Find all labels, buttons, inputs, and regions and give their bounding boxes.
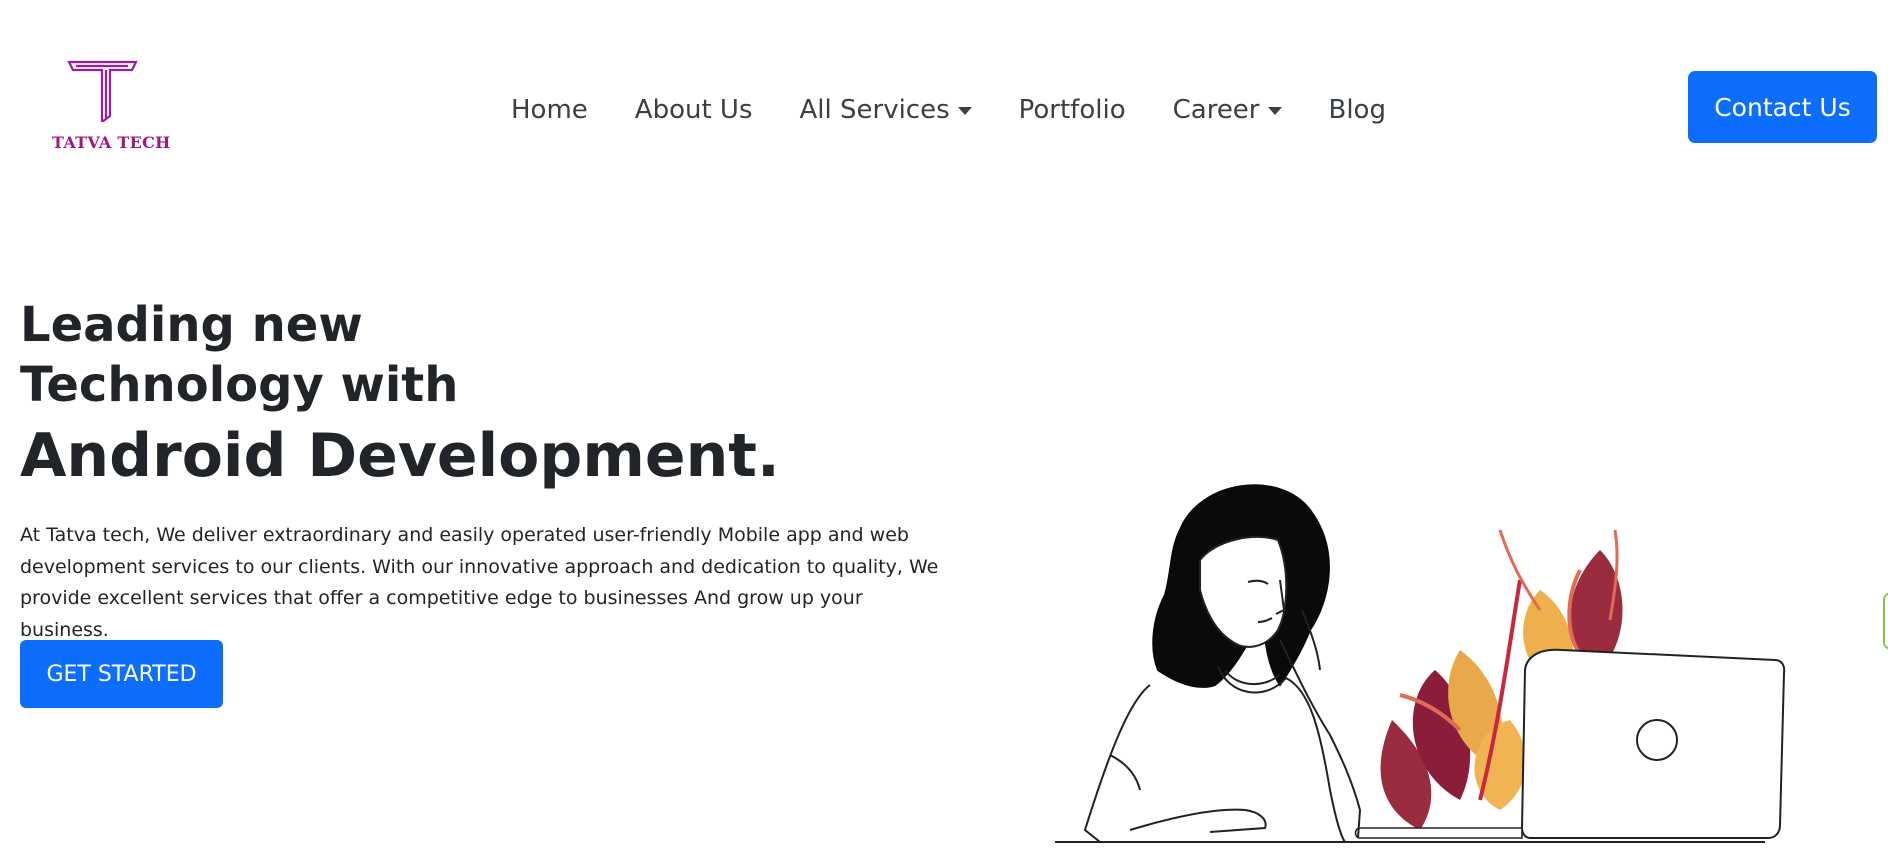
nav-item-all-services[interactable]: All Services [800, 95, 972, 125]
tatva-t-logo-icon [67, 60, 138, 122]
nav-item-career[interactable]: Career [1173, 95, 1282, 125]
brand-logo[interactable]: TATVA TECH [48, 58, 170, 158]
side-feedback-tab[interactable] [1883, 592, 1888, 650]
nav-item-label: About Us [634, 95, 753, 125]
girl-with-laptop-illustration [1055, 484, 1786, 843]
nav-item-label: All Services [799, 95, 950, 125]
hero-title: Leading new Technology with Android Deve… [20, 296, 780, 493]
caret-down-icon [957, 107, 972, 115]
nav-item-portfolio[interactable]: Portfolio [1019, 95, 1126, 125]
hero-title-line-3: Android Development. [20, 421, 780, 492]
nav-item-blog[interactable]: Blog [1329, 95, 1386, 125]
hero-description: At Tatva tech, We deliver extraordinary … [20, 524, 939, 641]
girl-figure-icon [1083, 484, 1362, 843]
main-nav: Home About Us All Services Portfolio Car… [511, 92, 1433, 128]
site-header: TATVA TECH Home About Us All Services Po… [0, 0, 1888, 200]
nav-item-home[interactable]: Home [511, 95, 588, 125]
nav-item-about-us[interactable]: About Us [635, 95, 753, 125]
nav-item-label: Blog [1328, 95, 1386, 125]
brand-name: TATVA TECH [52, 133, 171, 152]
nav-item-label: Career [1172, 95, 1260, 125]
hero-title-line-1: Leading new [20, 297, 363, 353]
contact-us-button[interactable]: Contact Us [1688, 71, 1877, 143]
get-started-button[interactable]: GET STARTED [20, 640, 223, 708]
hero-title-line-2: Technology with [20, 356, 459, 413]
caret-down-icon [1267, 107, 1282, 115]
nav-item-label: Portfolio [1018, 95, 1126, 125]
nav-item-label: Home [511, 95, 588, 125]
